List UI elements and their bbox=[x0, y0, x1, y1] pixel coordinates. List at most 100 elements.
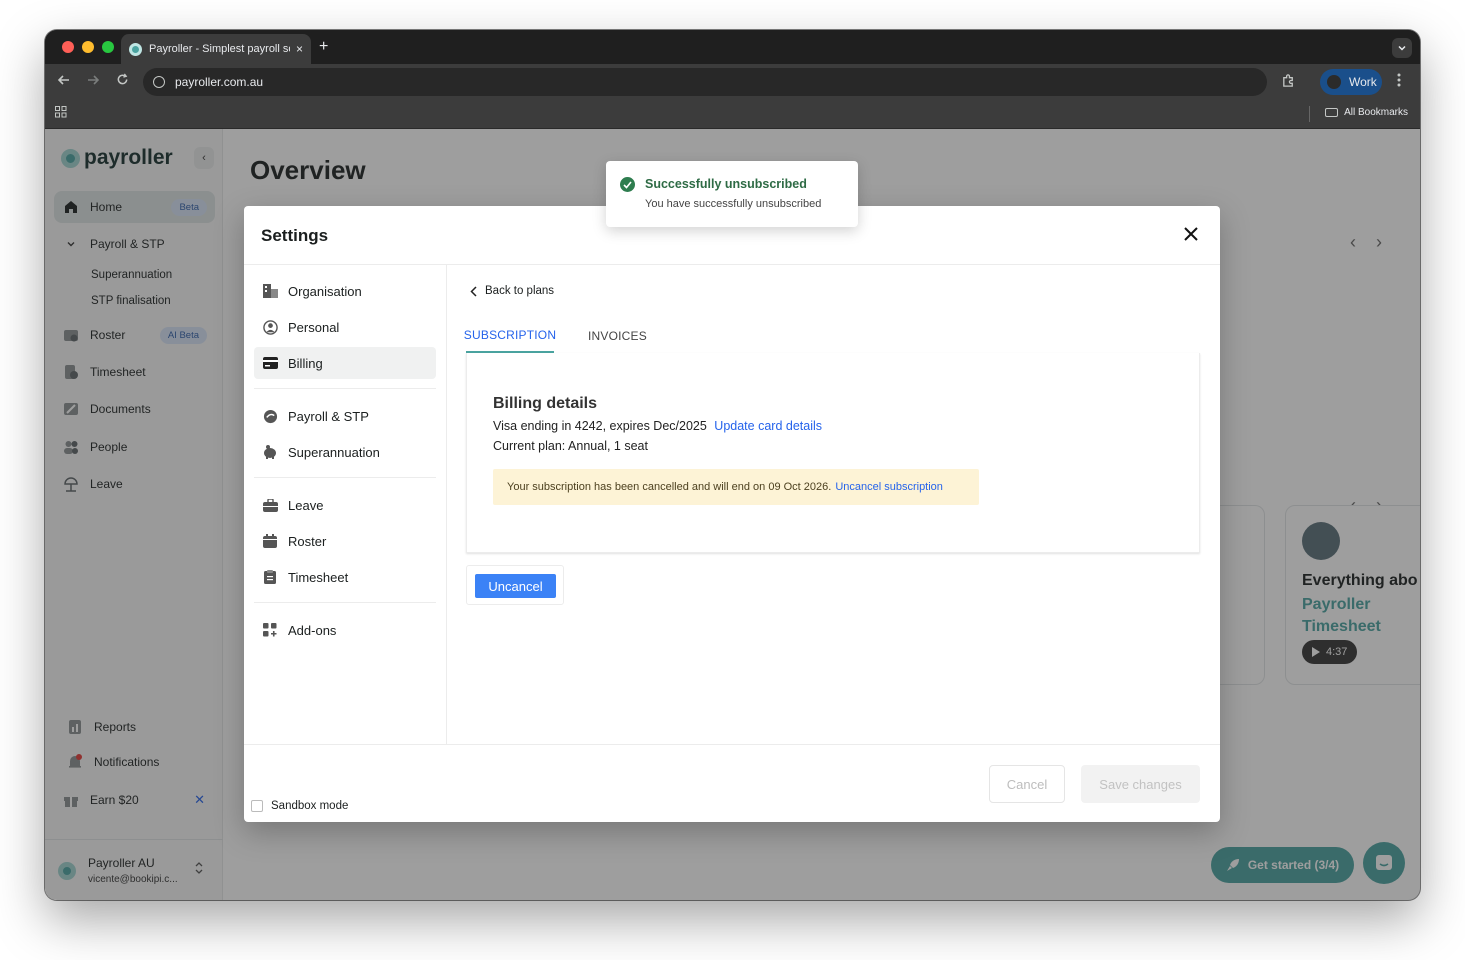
profile-label: Work bbox=[1349, 75, 1377, 89]
settings-nav-label: Superannuation bbox=[288, 444, 380, 460]
close-window-button[interactable] bbox=[62, 41, 74, 53]
puzzle-icon bbox=[1283, 74, 1293, 87]
suitcase-icon bbox=[262, 497, 278, 513]
settings-nav-divider bbox=[254, 388, 436, 389]
browser-window: Payroller - Simplest payroll so × + payr… bbox=[45, 30, 1420, 900]
cancel-button[interactable]: Cancel bbox=[989, 765, 1065, 803]
tab-close-icon[interactable]: × bbox=[296, 42, 303, 56]
settings-nav-leave[interactable]: Leave bbox=[254, 489, 436, 521]
bookmarks-separator bbox=[1309, 106, 1310, 122]
current-plan-text: Current plan: Annual, 1 seat bbox=[493, 439, 648, 453]
settings-nav-addons[interactable]: Add-ons bbox=[254, 614, 436, 646]
browser-tab[interactable]: Payroller - Simplest payroll so × bbox=[121, 34, 311, 64]
tab-search-button[interactable] bbox=[1392, 38, 1412, 58]
modal-title: Settings bbox=[261, 226, 329, 245]
check-circle-icon bbox=[620, 177, 635, 192]
cancellation-notice-text: Your subscription has been cancelled and… bbox=[507, 481, 832, 493]
settings-nav-label: Organisation bbox=[288, 283, 362, 299]
bookmarks-bar: All Bookmarks bbox=[45, 100, 1420, 129]
settings-nav-label: Billing bbox=[288, 355, 323, 371]
arrow-right-icon bbox=[88, 75, 100, 85]
close-icon bbox=[1184, 227, 1198, 241]
toast-title: Successfully unsubscribed bbox=[645, 177, 807, 191]
card-info-text: Visa ending in 4242, expires Dec/2025 bbox=[493, 419, 707, 433]
settings-nav-label: Add-ons bbox=[288, 622, 337, 638]
apps-button[interactable] bbox=[55, 106, 67, 121]
reload-button[interactable] bbox=[116, 73, 129, 90]
payroller-favicon-icon bbox=[129, 42, 142, 56]
url-text: payroller.com.au bbox=[175, 75, 264, 89]
all-bookmarks-button[interactable]: All Bookmarks bbox=[1325, 107, 1408, 118]
new-tab-button[interactable]: + bbox=[319, 38, 328, 56]
settings-nav-label: Roster bbox=[288, 533, 327, 549]
forward-button[interactable] bbox=[86, 73, 100, 91]
back-to-plans-link[interactable]: Back to plans bbox=[470, 285, 554, 297]
uncancel-button[interactable]: Uncancel bbox=[475, 574, 556, 598]
back-button[interactable] bbox=[57, 73, 71, 91]
success-toast: Successfully unsubscribed You have succe… bbox=[606, 161, 858, 227]
billing-content: Back to plans SUBSCRIPTION INVOICES Bill… bbox=[448, 265, 1220, 744]
billing-details-card: Billing details Visa ending in 4242, exp… bbox=[466, 353, 1200, 553]
chevron-left-icon bbox=[470, 285, 477, 297]
tab-bar: Payroller - Simplest payroll so × + bbox=[45, 30, 1420, 64]
modal-footer: Sandbox mode Cancel Save changes bbox=[244, 744, 1220, 822]
more-vertical-icon bbox=[1397, 73, 1401, 87]
settings-nav-divider bbox=[254, 602, 436, 603]
settings-nav-organisation[interactable]: Organisation bbox=[254, 275, 436, 307]
payroll-icon bbox=[262, 408, 278, 424]
sandbox-mode-toggle[interactable]: Sandbox mode bbox=[251, 800, 348, 812]
address-bar[interactable]: payroller.com.au bbox=[143, 68, 1267, 96]
apps-grid-icon bbox=[55, 106, 67, 118]
page-content: payroller ‹ Home Beta Payroll & STP Supe… bbox=[45, 129, 1420, 900]
clipboard-icon bbox=[262, 569, 278, 585]
settings-nav: Organisation Personal Billing Payroll & … bbox=[244, 265, 447, 744]
tab-subscription[interactable]: SUBSCRIPTION bbox=[464, 319, 556, 353]
building-icon bbox=[262, 283, 278, 299]
browser-toolbar: payroller.com.au Work bbox=[45, 64, 1420, 100]
tab-invoices[interactable]: INVOICES bbox=[588, 319, 647, 353]
sandbox-mode-label: Sandbox mode bbox=[271, 800, 349, 812]
save-changes-button[interactable]: Save changes bbox=[1081, 765, 1200, 803]
extensions-button[interactable] bbox=[1281, 73, 1296, 91]
user-circle-icon bbox=[262, 319, 278, 335]
settings-nav-label: Leave bbox=[288, 497, 324, 513]
settings-nav-payroll[interactable]: Payroll & STP bbox=[254, 400, 436, 432]
uncancel-button-container: Uncancel bbox=[466, 565, 564, 605]
maximize-window-button[interactable] bbox=[102, 41, 114, 53]
close-modal-button[interactable] bbox=[1184, 223, 1198, 245]
piggy-bank-icon bbox=[262, 444, 278, 460]
settings-nav-billing[interactable]: Billing bbox=[254, 347, 436, 379]
window-controls bbox=[62, 41, 114, 53]
reload-icon bbox=[117, 73, 128, 85]
chevron-down-icon bbox=[1398, 45, 1406, 51]
settings-nav-timesheet[interactable]: Timesheet bbox=[254, 561, 436, 593]
minimize-window-button[interactable] bbox=[82, 41, 94, 53]
credit-card-icon bbox=[262, 355, 278, 371]
settings-nav-label: Timesheet bbox=[288, 569, 349, 585]
settings-nav-roster[interactable]: Roster bbox=[254, 525, 436, 557]
site-info-icon[interactable] bbox=[153, 76, 165, 88]
toast-message: You have successfully unsubscribed bbox=[645, 198, 822, 210]
settings-nav-label: Personal bbox=[288, 319, 340, 335]
billing-details-title: Billing details bbox=[493, 395, 598, 412]
tab-title: Payroller - Simplest payroll so bbox=[149, 43, 290, 55]
settings-nav-label: Payroll & STP bbox=[288, 408, 369, 424]
browser-menu-button[interactable] bbox=[1397, 73, 1401, 90]
folder-icon bbox=[1325, 108, 1339, 117]
update-card-link[interactable]: Update card details bbox=[714, 419, 822, 433]
sandbox-mode-checkbox[interactable] bbox=[251, 800, 263, 812]
grid-plus-icon bbox=[262, 622, 278, 638]
settings-nav-superannuation[interactable]: Superannuation bbox=[254, 436, 436, 468]
cancellation-notice: Your subscription has been cancelled and… bbox=[493, 469, 979, 505]
arrow-left-icon bbox=[57, 75, 69, 85]
uncancel-subscription-link[interactable]: Uncancel subscription bbox=[835, 481, 943, 493]
profile-avatar bbox=[1327, 75, 1341, 89]
card-info-line: Visa ending in 4242, expires Dec/2025 Up… bbox=[493, 419, 822, 433]
calendar-icon bbox=[262, 533, 278, 549]
settings-nav-divider bbox=[254, 477, 436, 478]
settings-nav-personal[interactable]: Personal bbox=[254, 311, 436, 343]
settings-modal: Settings Organisation Personal Billing P… bbox=[244, 206, 1220, 822]
back-to-plans-label: Back to plans bbox=[485, 285, 555, 297]
all-bookmarks-label: All Bookmarks bbox=[1344, 107, 1408, 118]
profile-button[interactable]: Work bbox=[1320, 69, 1382, 95]
